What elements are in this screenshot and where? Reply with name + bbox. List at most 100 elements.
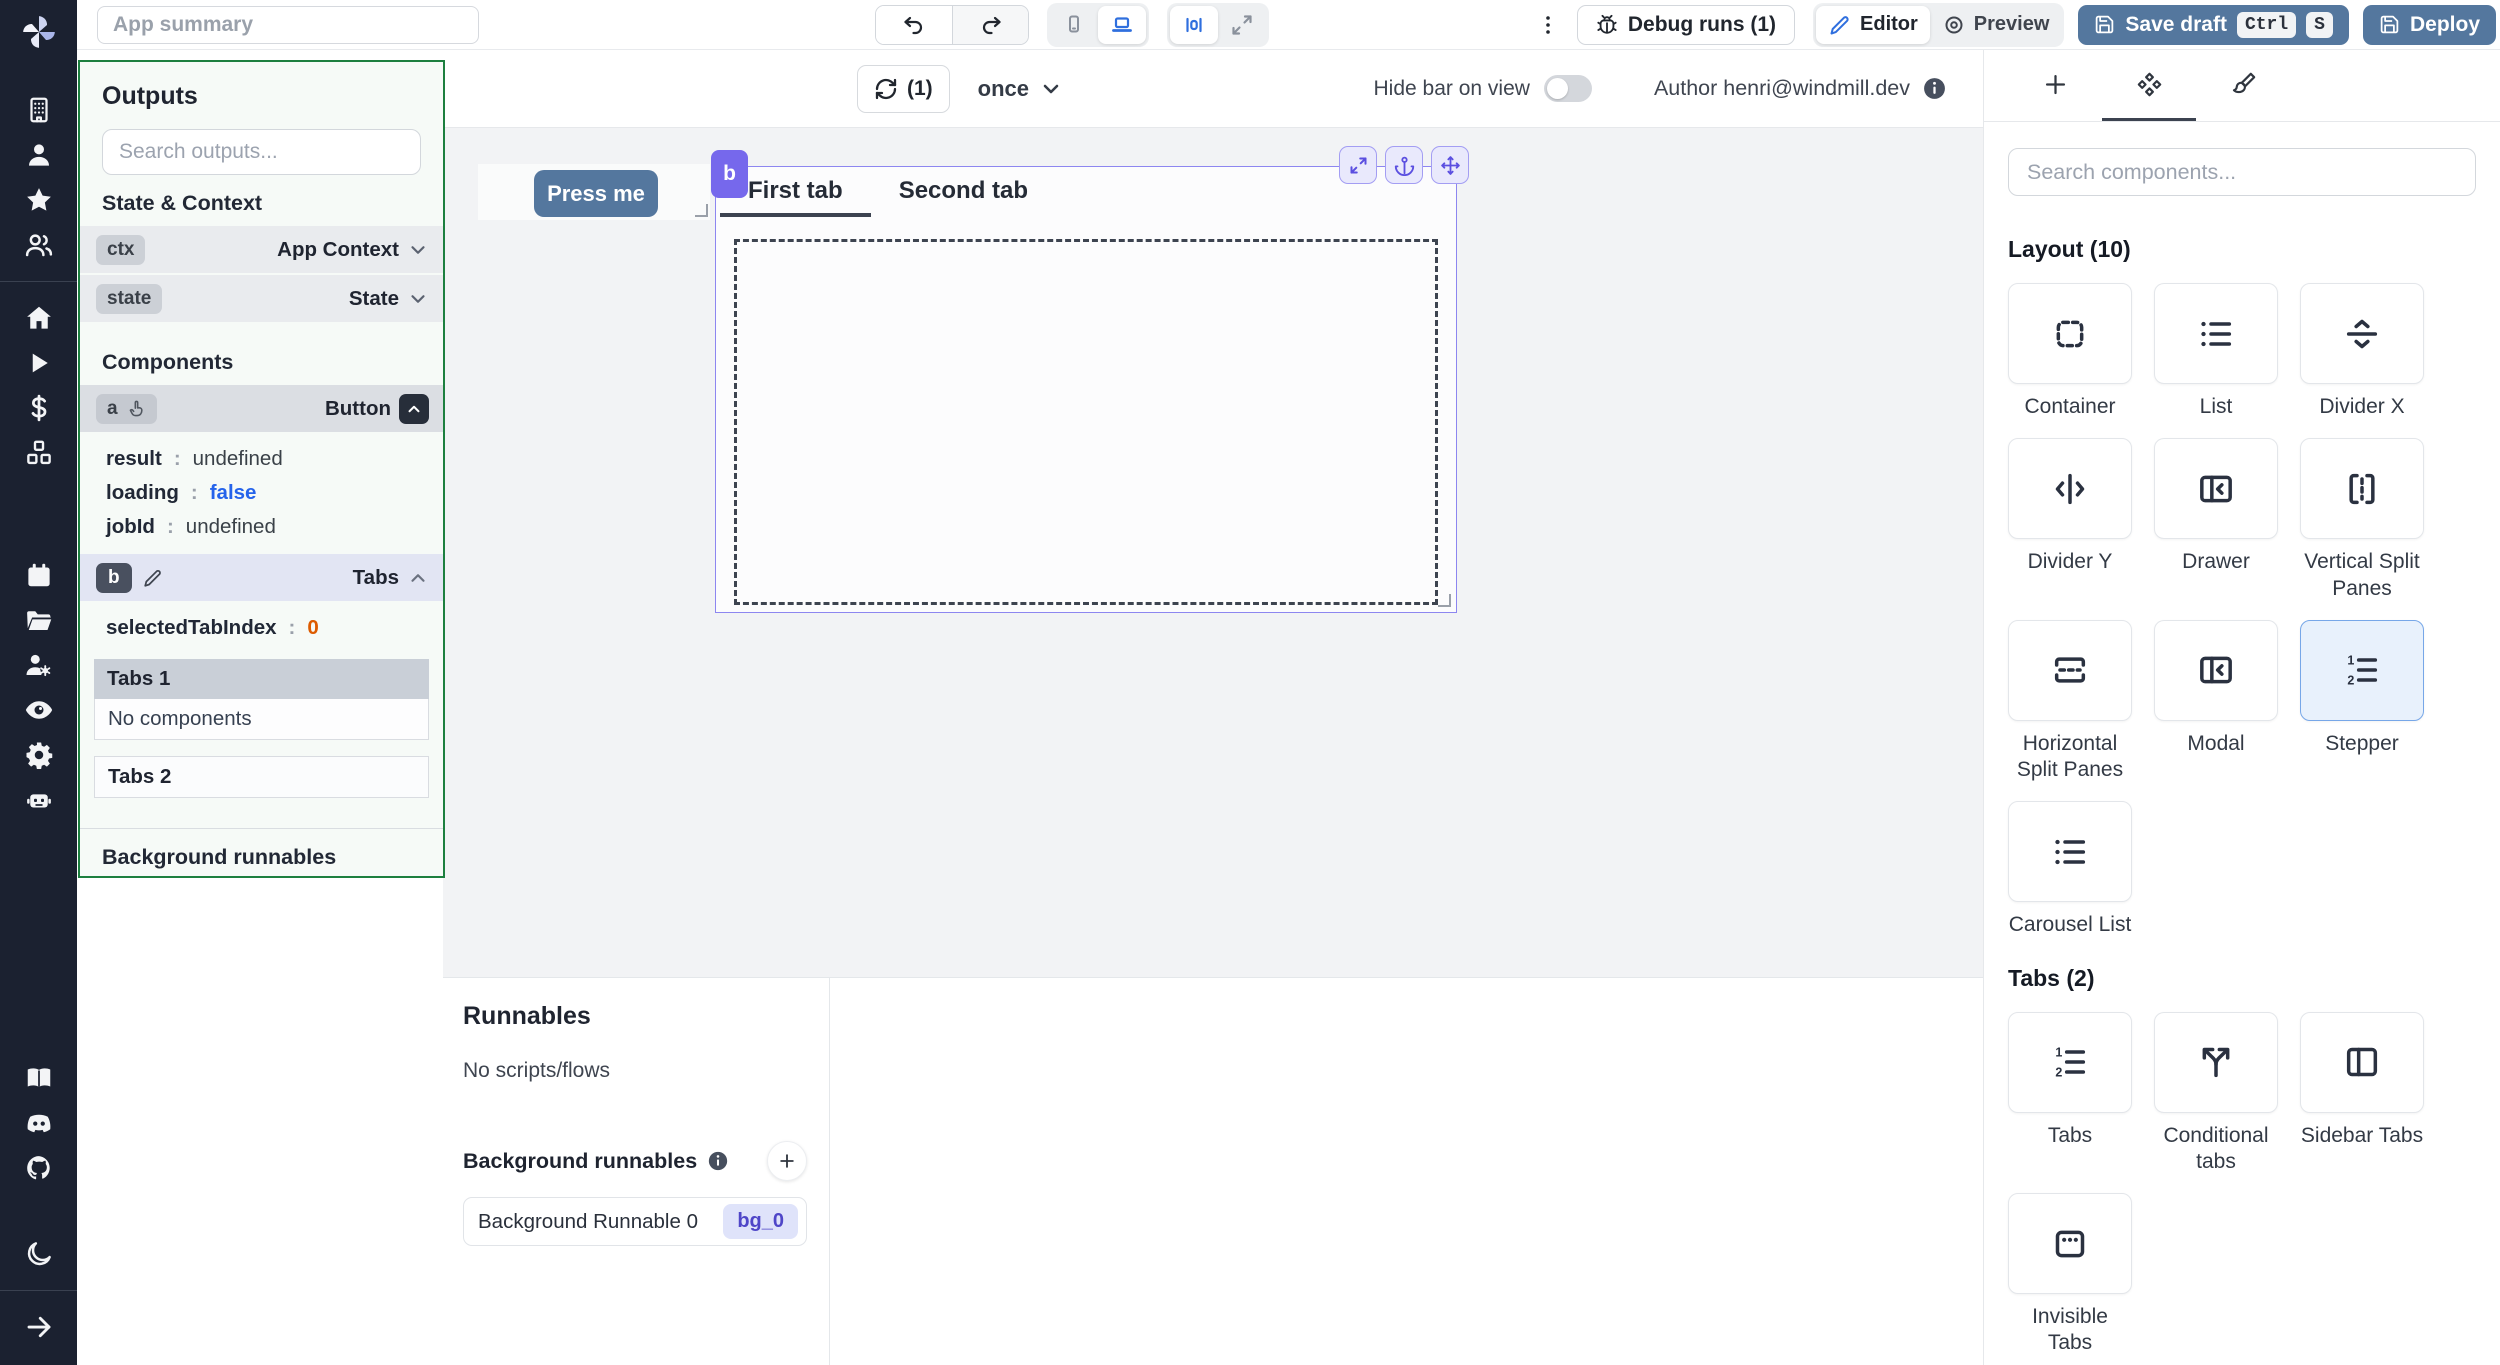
sidebar-group-links — [22, 1050, 56, 1196]
property-colon: : — [190, 481, 198, 504]
canvas-tab-2[interactable]: Second tab — [871, 167, 1056, 217]
tab-content-dropzone[interactable] — [734, 239, 1438, 605]
calendar-icon[interactable] — [22, 558, 56, 592]
output-row-state[interactable]: state State — [80, 275, 443, 322]
discord-icon[interactable] — [22, 1106, 56, 1140]
sidebar-divider — [0, 1290, 77, 1291]
press-me-button[interactable]: Press me — [534, 170, 658, 217]
canvas-align-group — [1167, 2, 1269, 47]
app-canvas[interactable]: Press me b First tab Second tab — [443, 128, 1983, 977]
component-b-canvas-badge[interactable]: b — [711, 150, 748, 198]
expand-component-button[interactable] — [1339, 146, 1377, 184]
component-card-container[interactable]: Container — [2008, 283, 2132, 420]
chevron-up-icon[interactable] — [407, 567, 429, 589]
fullwidth-button[interactable] — [1218, 6, 1266, 44]
gear-icon[interactable] — [22, 738, 56, 772]
component-card-vertical-split-panes[interactable]: Vertical Split Panes — [2300, 438, 2424, 602]
arrow-right-icon[interactable] — [22, 1310, 56, 1344]
anchor-component-button[interactable] — [1385, 146, 1423, 184]
play-icon[interactable] — [22, 346, 56, 380]
chevron-down-icon[interactable] — [407, 288, 429, 310]
runnables-panel: Runnables No scripts/flows Background ru… — [443, 977, 1983, 1365]
runnables-left-pane: Runnables No scripts/flows Background ru… — [443, 978, 830, 1365]
user-cog-icon[interactable] — [22, 648, 56, 682]
tab-components[interactable] — [2102, 50, 2196, 121]
info-icon[interactable] — [1922, 76, 1947, 101]
search-components-input[interactable] — [2008, 148, 2476, 196]
app-summary-input[interactable] — [97, 5, 479, 44]
windmill-logo-icon[interactable] — [17, 10, 61, 54]
tabs2-section-header[interactable]: Tabs 2 — [94, 756, 429, 798]
component-card-carousel-list[interactable]: Carousel List — [2008, 801, 2132, 938]
output-row-component-b[interactable]: b Tabs — [80, 554, 443, 601]
tabs1-section-header[interactable]: Tabs 1 — [94, 659, 429, 699]
moon-icon[interactable] — [22, 1237, 56, 1271]
user-icon[interactable] — [22, 138, 56, 172]
component-card-sidebar-tabs[interactable]: Sidebar Tabs — [2300, 1011, 2424, 1176]
component-card-label: List — [2199, 395, 2233, 418]
runnables-right-pane — [830, 978, 1983, 1365]
resize-handle[interactable] — [1438, 594, 1451, 607]
github-icon[interactable] — [22, 1151, 56, 1185]
folder-icon[interactable] — [22, 603, 56, 637]
component-card-label: Horizontal Split Panes — [2016, 731, 2124, 781]
background-runnables-title: Background runnables — [463, 1148, 698, 1173]
tabs-component[interactable]: b First tab Second tab — [711, 146, 1469, 613]
collapse-button[interactable] — [399, 393, 429, 424]
move-component-button[interactable] — [1431, 146, 1469, 184]
plus-icon — [780, 1154, 794, 1168]
redo-button[interactable] — [952, 5, 1028, 44]
schedule-dropdown[interactable]: once — [978, 76, 1063, 102]
undo-button[interactable] — [876, 5, 952, 44]
component-card-label: Tabs — [2047, 1123, 2093, 1147]
component-card-divider-x[interactable]: Divider X — [2300, 283, 2424, 420]
output-row-ctx[interactable]: ctx App Context — [80, 226, 443, 273]
component-b-props: selectedTabIndex:0 — [80, 603, 443, 655]
star-icon[interactable] — [22, 183, 56, 217]
component-card-modal[interactable]: Modal — [2154, 619, 2278, 784]
output-row-component-a[interactable]: a Button — [80, 385, 443, 432]
book-icon[interactable] — [22, 1061, 56, 1095]
desktop-view-button[interactable] — [1098, 5, 1146, 44]
component-card-list[interactable]: List — [2154, 283, 2278, 420]
eye-icon[interactable] — [22, 693, 56, 727]
more-options-button[interactable] — [1531, 6, 1565, 44]
boxes-icon[interactable] — [22, 436, 56, 470]
building-icon[interactable] — [22, 93, 56, 127]
state-context-header: State & Context — [102, 191, 263, 215]
hide-bar-toggle[interactable] — [1543, 75, 1592, 102]
search-outputs-input[interactable] — [102, 129, 421, 175]
refresh-icon — [875, 78, 897, 99]
mobile-view-button[interactable] — [1050, 6, 1098, 44]
component-card-conditional-tabs[interactable]: Conditional tabs — [2154, 1011, 2278, 1176]
editor-tab[interactable]: Editor — [1816, 5, 1930, 44]
add-background-runnable-button[interactable] — [767, 1141, 807, 1181]
component-card-drawer[interactable]: Drawer — [2154, 438, 2278, 602]
home-icon[interactable] — [22, 301, 56, 335]
component-card-stepper[interactable]: 1 2 Stepper — [2300, 619, 2424, 784]
outputs-title: Outputs — [102, 82, 198, 110]
chevron-down-icon[interactable] — [407, 239, 429, 261]
carousel-list-icon — [2008, 801, 2132, 903]
component-card-horizontal-split-panes[interactable]: Horizontal Split Panes — [2008, 619, 2132, 784]
debug-runs-button[interactable]: Debug runs (1) — [1576, 4, 1796, 45]
bug-icon — [1597, 14, 1617, 34]
deploy-button[interactable]: Deploy — [2362, 4, 2496, 45]
info-icon[interactable] — [707, 1150, 729, 1172]
sidebar-group-workspace — [22, 82, 56, 273]
users-icon[interactable] — [22, 228, 56, 262]
robot-icon[interactable] — [22, 783, 56, 817]
tab-styling[interactable] — [2196, 50, 2290, 121]
component-card-divider-y[interactable]: Divider Y — [2008, 438, 2132, 602]
align-center-button[interactable] — [1170, 5, 1218, 44]
refresh-button[interactable]: (1) — [857, 64, 950, 113]
component-card-tabs[interactable]: 1 2 Tabs — [2008, 1011, 2132, 1176]
dollar-icon[interactable] — [22, 391, 56, 425]
tab-insert-plus[interactable] — [2008, 50, 2102, 121]
component-card-invisible-tabs[interactable]: Invisible Tabs — [2008, 1193, 2132, 1357]
resize-handle[interactable] — [695, 204, 708, 217]
save-draft-button[interactable]: Save draft Ctrl S — [2078, 4, 2349, 45]
hand-pointer-icon — [129, 400, 143, 416]
background-runnable-item[interactable]: Background Runnable 0 bg_0 — [463, 1197, 807, 1246]
preview-tab[interactable]: Preview — [1930, 6, 2062, 44]
